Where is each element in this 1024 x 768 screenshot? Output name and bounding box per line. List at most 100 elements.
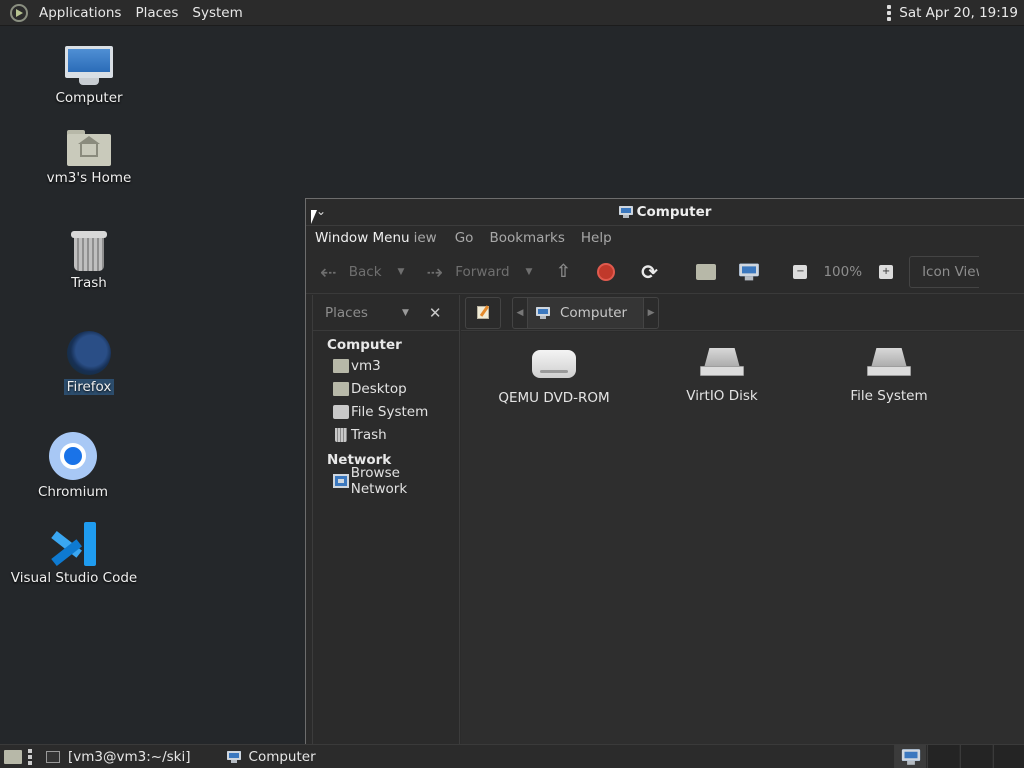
- stop-button[interactable]: [595, 261, 617, 283]
- sidebar-dropdown-icon[interactable]: ▼: [402, 308, 409, 318]
- up-arrow-icon: ⇧: [555, 261, 571, 282]
- window-titlebar[interactable]: ⌄ Computer: [306, 199, 1024, 226]
- hard-disk-icon: [867, 348, 911, 378]
- desktop-icon-firefox[interactable]: Firefox: [58, 331, 120, 395]
- home-folder-icon: [696, 263, 717, 280]
- menubar: Window Menu iew Go Bookmarks Help: [306, 226, 1024, 250]
- computer-icon: [65, 46, 113, 86]
- menu-bookmarks[interactable]: Bookmarks: [489, 230, 574, 246]
- taskbar-item-computer[interactable]: Computer: [219, 745, 324, 768]
- panel-handle-icon[interactable]: [887, 4, 892, 21]
- computer-icon: [618, 206, 633, 218]
- drive-label: QEMU DVD-ROM: [498, 390, 610, 406]
- system-menu[interactable]: System: [185, 0, 249, 26]
- computer-icon: [536, 306, 550, 319]
- sidebar-item-trash[interactable]: Trash: [313, 423, 459, 446]
- sidebar-item-label: Browse Network: [350, 464, 408, 497]
- back-button[interactable]: ⇠ Back ▼: [320, 260, 404, 284]
- forward-button[interactable]: ⇢ Forward ▼: [426, 260, 532, 284]
- location-edit-button[interactable]: [465, 296, 501, 329]
- top-panel-right: Sat Apr 20, 19:19: [887, 0, 1024, 25]
- drive-label: File System: [850, 388, 928, 404]
- file-manager-window: ⌄ Computer Window Menu iew Go Bookmarks …: [305, 198, 1024, 744]
- menu-view[interactable]: iew: [414, 230, 447, 246]
- vscode-icon: [51, 522, 96, 567]
- drive-item-file-system[interactable]: File System: [814, 348, 964, 404]
- mouse-pointer-icon: [311, 210, 317, 224]
- computer-icon: [226, 750, 241, 763]
- forward-arrow-icon: ⇢: [426, 259, 444, 284]
- back-history-dropdown-icon[interactable]: ▼: [398, 267, 405, 277]
- bottom-panel: [vm3@vm3:~/ski] Computer: [0, 744, 1024, 768]
- firefox-icon: [67, 331, 111, 375]
- window-menu-chevron-icon[interactable]: ⌄: [316, 204, 332, 218]
- workspace-1[interactable]: [894, 745, 926, 768]
- taskbar-item-label: [vm3@vm3:~/ski]: [68, 748, 191, 765]
- home-button[interactable]: [695, 261, 717, 283]
- hard-disk-icon: [700, 348, 744, 378]
- computer-icon: [739, 263, 760, 280]
- desktop-folder-icon: [333, 381, 349, 396]
- desktop-icon-home[interactable]: vm3's Home: [43, 130, 135, 186]
- main-menu: Applications Places System: [0, 0, 250, 25]
- drive-item-qemu-dvd[interactable]: QEMU DVD-ROM: [479, 348, 629, 406]
- location-bar: ◀ Computer ▶: [461, 295, 1024, 331]
- back-label: Back: [348, 263, 382, 280]
- desktop-icon-chromium[interactable]: Chromium: [32, 432, 114, 500]
- trash-icon: [335, 427, 347, 442]
- sidebar-group-computer: Computer: [327, 337, 402, 353]
- applications-menu[interactable]: Applications: [32, 0, 128, 26]
- up-button[interactable]: ⇧: [552, 261, 574, 283]
- sidebar-item-label: Trash: [351, 426, 387, 443]
- reload-icon: ⟳: [641, 259, 658, 284]
- sidebar-title[interactable]: Places: [325, 305, 368, 321]
- dvd-drive-icon: [532, 348, 576, 380]
- chromium-icon: [49, 432, 97, 480]
- taskbar-item-terminal[interactable]: [vm3@vm3:~/ski]: [38, 745, 199, 768]
- places-menu[interactable]: Places: [128, 0, 185, 26]
- path-crumb-label: Computer: [560, 304, 628, 321]
- icon-view[interactable]: QEMU DVD-ROM VirtIO Disk File System: [461, 332, 1024, 744]
- drive-label: VirtIO Disk: [686, 388, 758, 404]
- drive-item-virtio-disk[interactable]: VirtIO Disk: [647, 348, 797, 404]
- sidebar-item-desktop[interactable]: Desktop: [313, 377, 459, 400]
- edit-icon: [477, 306, 489, 319]
- sidebar-item-file-system[interactable]: File System: [313, 400, 459, 423]
- path-scroll-left-button[interactable]: ◀: [512, 296, 528, 329]
- desktop-icon-vscode[interactable]: Visual Studio Code: [11, 522, 137, 586]
- sidebar-item-label: Desktop: [351, 380, 407, 397]
- sidebar-header: Places ▼ ✕: [313, 295, 459, 331]
- show-desktop-icon[interactable]: [4, 749, 22, 764]
- toolbar: ⇠ Back ▼ ⇢ Forward ▼ ⇧ ⟳ − 100% + Icon V…: [306, 250, 1024, 294]
- view-mode-select[interactable]: Icon View: [909, 255, 980, 288]
- top-panel: Applications Places System Sat Apr 20, 1…: [0, 0, 1024, 26]
- sidebar-item-label: vm3: [351, 357, 381, 374]
- desktop-icon-computer[interactable]: Computer: [48, 46, 130, 106]
- workspace-4[interactable]: [993, 745, 1024, 768]
- taskbar-item-label: Computer: [248, 748, 316, 765]
- menu-go[interactable]: Go: [455, 230, 484, 246]
- workspace-3[interactable]: [960, 745, 992, 768]
- desktop-icon-label: Computer: [55, 90, 123, 106]
- forward-history-dropdown-icon[interactable]: ▼: [526, 267, 533, 277]
- sidebar: Places ▼ ✕ Computer vm3 Desktop File Sys…: [312, 295, 460, 744]
- desktop-icon-label: Visual Studio Code: [10, 570, 138, 586]
- workspace-2[interactable]: [927, 745, 959, 768]
- zoom-in-button[interactable]: +: [879, 264, 894, 279]
- zoom-out-button[interactable]: −: [793, 264, 808, 279]
- path-crumb-computer[interactable]: Computer: [528, 296, 644, 329]
- stop-icon: [597, 262, 616, 281]
- path-scroll-right-button[interactable]: ▶: [643, 296, 660, 329]
- computer-button[interactable]: [738, 261, 760, 283]
- sidebar-item-browse-network[interactable]: Browse Network: [313, 465, 459, 497]
- sidebar-close-icon[interactable]: ✕: [429, 304, 442, 322]
- reload-button[interactable]: ⟳: [638, 259, 660, 284]
- panel-handle-icon[interactable]: [28, 748, 32, 765]
- home-folder-icon: [333, 358, 349, 373]
- desktop-icon-trash[interactable]: Trash: [58, 231, 120, 291]
- distro-logo-icon[interactable]: [10, 3, 28, 22]
- clock[interactable]: Sat Apr 20, 19:19: [899, 5, 1018, 21]
- window-title-wrap: Computer: [618, 204, 711, 220]
- sidebar-item-vm3[interactable]: vm3: [313, 354, 459, 377]
- menu-help[interactable]: Help: [581, 230, 622, 246]
